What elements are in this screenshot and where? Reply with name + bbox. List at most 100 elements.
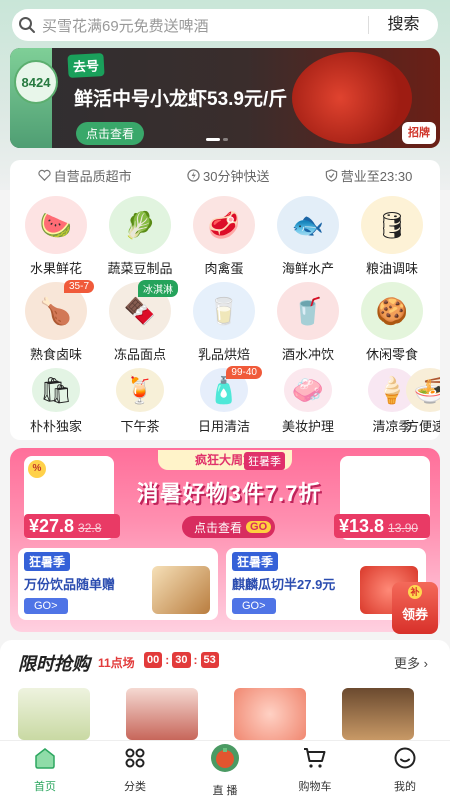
promo-header-badge: 狂暑季 — [244, 452, 285, 470]
category-label: 水果鲜花 — [29, 261, 82, 276]
flash-sale-section: 限时抢购 11点场 00 : 30 : 53 更多 › — [0, 640, 450, 740]
category-label: 下午茶 — [120, 419, 160, 434]
milk-icon: 🥛 — [193, 282, 255, 340]
promise-fast-delivery: 30分钟快送 — [187, 166, 269, 185]
bottom-tab-bar: 首页 分类 直 播 购物车 我的 — [0, 740, 450, 800]
category-cleaning[interactable]: 🧴 99-40 日用清洁 — [182, 366, 266, 435]
category-beauty[interactable]: 🧼 美妆护理 — [266, 368, 350, 435]
coupon-float-button[interactable]: 补 领券 — [392, 582, 438, 634]
category-snacks[interactable]: 🍪 休闲零食 — [350, 282, 434, 363]
drinks-image — [152, 566, 210, 614]
category-grain-oil[interactable]: 🛢 粮油调味 — [350, 196, 434, 277]
category-dairy[interactable]: 🥛 乳品烘焙 — [182, 282, 266, 363]
category-promo-tag: 35-7 — [63, 280, 94, 293]
product-thumb[interactable] — [126, 688, 198, 740]
banner-sticker: 招牌 — [402, 122, 436, 144]
snack-icon: 🍪 — [361, 282, 423, 340]
category-label: 肉禽蛋 — [204, 261, 244, 276]
vegetable-icon: 🥬 — [109, 196, 171, 254]
countdown-hours: 00 — [144, 652, 163, 668]
category-meat[interactable]: 🥩 肉禽蛋 — [182, 196, 266, 277]
category-label: 朴朴独家 — [29, 419, 82, 434]
shield-check-icon — [325, 168, 338, 182]
banner-tag: 去号 — [67, 53, 105, 78]
search-button[interactable]: 搜索 — [368, 16, 438, 34]
right-price-tag: ¥13.8 13.90 — [334, 514, 430, 538]
category-label: 日用清洁 — [197, 419, 250, 434]
live-icon — [210, 743, 240, 778]
tab-category[interactable]: 分类 — [90, 741, 180, 800]
category-label: 美妆护理 — [281, 419, 334, 434]
price-original: 13.90 — [388, 521, 419, 535]
tab-label: 我的 — [394, 781, 416, 793]
coupon-label: 领券 — [401, 607, 428, 622]
countdown-timer: 00 : 30 : 53 — [144, 652, 219, 668]
category-frozen[interactable]: 🍫 冰淇淋 冻品面点 — [98, 280, 182, 363]
category-instant-food[interactable]: 🍜 方便速 — [406, 368, 440, 435]
promo-card-badge: 狂暑季 — [24, 552, 71, 571]
heart-shield-icon — [37, 169, 51, 182]
more-label: 更多 — [394, 656, 421, 671]
product-thumb[interactable] — [18, 688, 90, 740]
flash-sale-slot: 11点场 — [98, 656, 135, 670]
cola-icon: 🥤 — [277, 282, 339, 340]
search-input[interactable]: 买雪花满69元免费送啤酒 — [42, 15, 368, 36]
price-current: ¥27.8 — [29, 516, 75, 536]
hero-banner[interactable]: 8424 去号 鲜活中号小龙虾53.9元/斤 点击查看 招牌 — [10, 48, 440, 148]
promo-card-go-button[interactable]: GO> — [232, 598, 276, 614]
noodle-icon: 🍜 — [406, 368, 440, 412]
cart-icon — [303, 747, 327, 774]
category-seafood[interactable]: 🐟 海鲜水产 — [266, 196, 350, 277]
tab-home[interactable]: 首页 — [0, 741, 90, 800]
tab-label: 购物车 — [298, 781, 332, 793]
banner-cta-button[interactable]: 点击查看 — [76, 122, 145, 145]
promo-banner[interactable]: 疯狂大周末 狂暑季 % ¥27.8 32.8 ¥13.8 13.90 消暑好物3… — [10, 448, 440, 632]
category-deli[interactable]: 🍗 35-7 熟食卤味 — [14, 280, 98, 363]
pager-dot-active — [206, 138, 220, 141]
promo-cta-go: GO — [246, 521, 272, 533]
tab-cart[interactable]: 购物车 — [270, 741, 360, 800]
tab-label: 首页 — [34, 781, 56, 793]
search-icon — [12, 16, 42, 34]
banner-corner-badge: 8424 — [14, 60, 58, 104]
search-bar[interactable]: 买雪花满69元免费送啤酒 搜索 — [12, 9, 438, 41]
flash-sale-more-link[interactable]: 更多 › — [394, 653, 428, 672]
promo-card-go-button[interactable]: GO> — [24, 598, 68, 614]
category-grid: 🍉 水果鲜花 🥬 蔬菜豆制品 🥩 肉禽蛋 🐟 海鲜水产 🛢 粮油调味 🍗 35-… — [10, 190, 440, 440]
product-thumb[interactable] — [342, 688, 414, 740]
product-thumb[interactable] — [234, 688, 306, 740]
meat-icon: 🥩 — [193, 196, 255, 254]
promo-card-badge: 狂暑季 — [232, 552, 279, 571]
category-label: 酒水冲饮 — [281, 347, 334, 362]
banner-title: 鲜活中号小龙虾53.9元/斤 — [74, 89, 288, 110]
countdown-separator: : — [193, 653, 198, 667]
fish-icon: 🐟 — [277, 196, 339, 254]
service-promises: 自营品质超市 30分钟快送 营业至23:30 — [10, 160, 440, 190]
category-label: 乳品烘焙 — [197, 347, 250, 362]
tab-profile[interactable]: 我的 — [360, 741, 450, 800]
category-afternoon-tea[interactable]: 🍹 下午茶 — [98, 368, 182, 435]
category-vegetables[interactable]: 🥬 蔬菜豆制品 — [98, 196, 182, 277]
price-original: 32.8 — [78, 521, 102, 535]
flash-sale-products — [18, 688, 414, 740]
category-label: 粮油调味 — [365, 261, 418, 276]
oil-icon: 🛢 — [361, 196, 423, 254]
promo-headline: 消暑好物3件7.7折 — [136, 481, 322, 506]
category-label: 方便速 — [406, 419, 440, 434]
category-fruit[interactable]: 🍉 水果鲜花 — [14, 196, 98, 277]
promise-self-operated: 自营品质超市 — [37, 166, 132, 185]
price-current: ¥13.8 — [339, 516, 385, 536]
discount-icon: % — [28, 460, 46, 478]
category-promo-tag: 冰淇淋 — [138, 280, 178, 297]
promo-cta-button[interactable]: 点击查看 GO — [182, 516, 276, 538]
category-exclusive[interactable]: 🛍 朴朴独家 — [14, 368, 98, 435]
category-drinks[interactable]: 🥤 酒水冲饮 — [266, 282, 350, 363]
chevron-right-icon: › — [423, 656, 428, 671]
tab-live[interactable]: 直 播 — [180, 741, 270, 800]
category-label: 冻品面点 — [113, 347, 166, 362]
promo-card-drinks[interactable]: 狂暑季 万份饮品随单赠 GO> — [18, 548, 218, 620]
promise-label: 自营品质超市 — [53, 168, 132, 184]
banner-pager — [206, 138, 228, 141]
coupon-mini-badge: 补 — [408, 585, 422, 599]
left-price-tag: ¥27.8 32.8 — [24, 514, 120, 538]
